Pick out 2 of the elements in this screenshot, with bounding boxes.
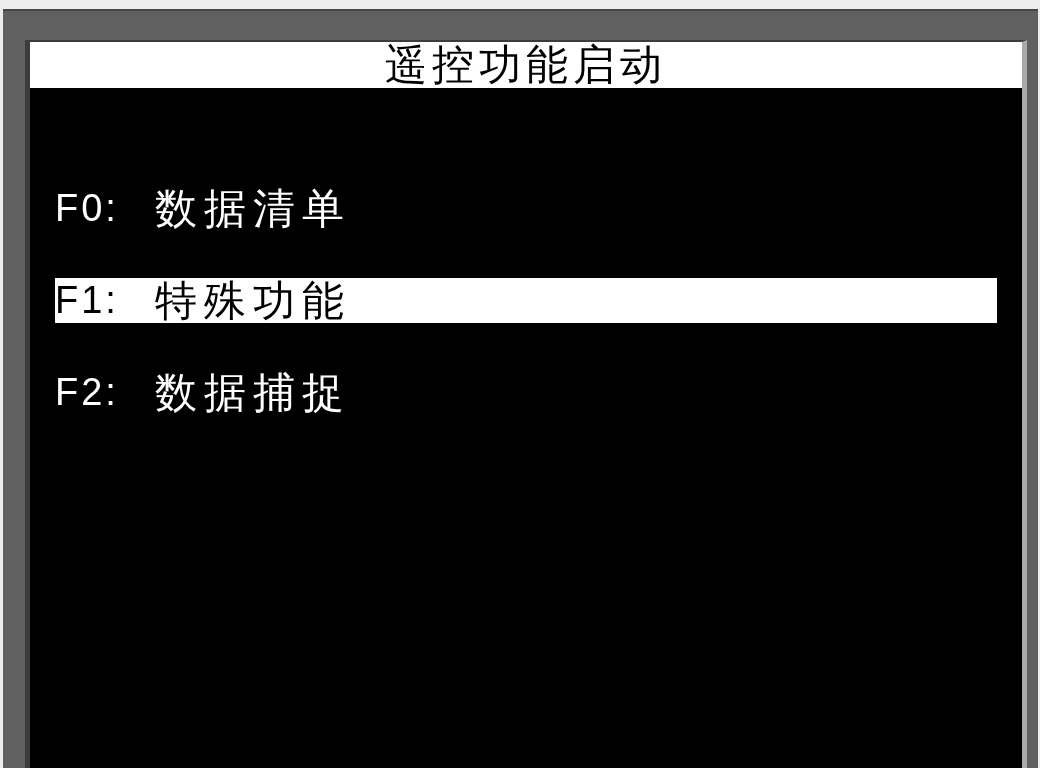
menu-item[interactable]: F1: 特殊功能 [55,278,997,323]
screen-title: 遥控功能启动 [30,42,1022,88]
